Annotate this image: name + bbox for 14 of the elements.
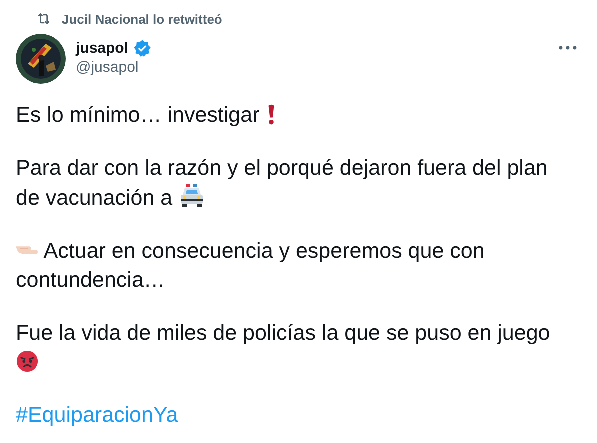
tweet-text-line: Para dar con la razón y el porqué dejaron fuera del plan (16, 156, 548, 180)
tweet-text-line: contundencia… (16, 268, 166, 292)
tweet-text-line: Actuar en consecuencia y esperemos que con (44, 239, 485, 263)
angry-face-icon (16, 350, 39, 373)
tweet-text-line: Es lo mínimo… investigar (16, 103, 260, 127)
pointing-hand-icon (16, 246, 38, 255)
retweet-icon (36, 11, 52, 27)
police-car-icon (178, 183, 205, 209)
retweet-label[interactable]: Jucil Nacional lo retwitteó (62, 12, 222, 26)
tweet-text-line: Fue la vida de miles de policías la que se puso en juego (16, 321, 550, 345)
tweet-text-line: de vacunación a (16, 186, 173, 210)
author-name[interactable]: jusapol (76, 40, 129, 57)
more-options-icon[interactable] (559, 46, 577, 50)
author-handle: @jusapol (76, 59, 140, 76)
